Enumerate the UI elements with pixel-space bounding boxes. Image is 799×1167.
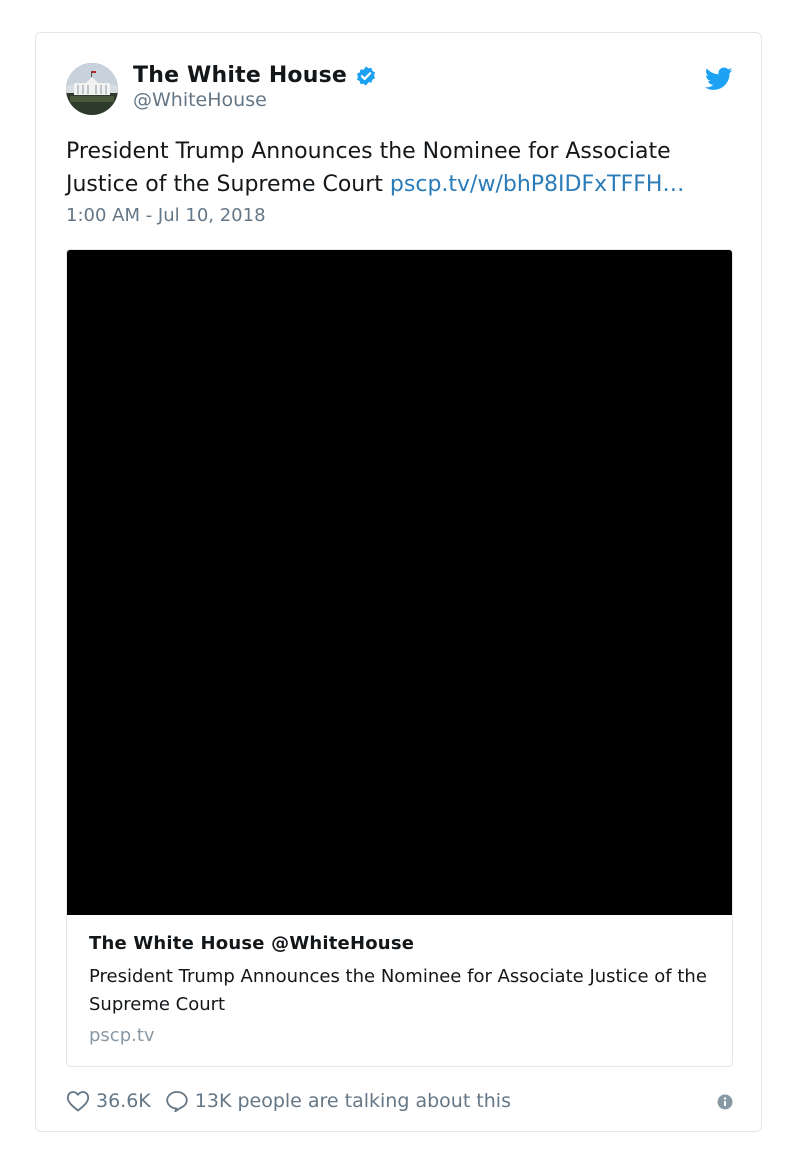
link-preview-card[interactable]: The White House @WhiteHouse President Tr… (66, 249, 733, 1067)
tweet-timestamp[interactable]: 1:00 AM - Jul 10, 2018 (66, 205, 266, 226)
avatar[interactable] (66, 63, 118, 115)
verified-badge-icon (357, 65, 376, 86)
card-description: President Trump Announces the Nominee fo… (89, 966, 707, 1015)
tweet-text: President Trump Announces the Nominee fo… (66, 135, 736, 201)
white-house-avatar-icon (66, 63, 118, 115)
twitter-bird-icon[interactable] (705, 67, 733, 91)
like-count[interactable]: 36.6K (96, 1090, 151, 1112)
author-name[interactable]: The White House (133, 63, 347, 88)
card-title: The White House @WhiteHouse (89, 933, 415, 954)
card-body: The White House @WhiteHouse President Tr… (89, 933, 709, 1046)
tweet-embed-card: The White House @WhiteHouse President Tr… (35, 32, 762, 1132)
info-icon[interactable] (717, 1094, 733, 1110)
author-block[interactable]: The White House @WhiteHouse (133, 63, 377, 111)
reply-action[interactable]: 13K people are talking about this (165, 1090, 511, 1112)
author-name-row: The White House (133, 63, 377, 88)
like-action[interactable]: 36.6K (66, 1090, 151, 1112)
tweet-footer: 36.6K 13K people are talking about this (66, 1086, 733, 1116)
tweet-header: The White House @WhiteHouse (66, 61, 733, 117)
card-domain: pscp.tv (89, 1025, 155, 1046)
tweet-link[interactable]: pscp.tv/w/bhP8IDFxTFFH… (390, 172, 685, 197)
author-handle[interactable]: @WhiteHouse (133, 89, 377, 111)
heart-icon[interactable] (66, 1090, 90, 1112)
video-player[interactable] (67, 250, 732, 915)
speech-bubble-icon[interactable] (165, 1090, 189, 1112)
conversation-count[interactable]: 13K people are talking about this (195, 1090, 511, 1112)
